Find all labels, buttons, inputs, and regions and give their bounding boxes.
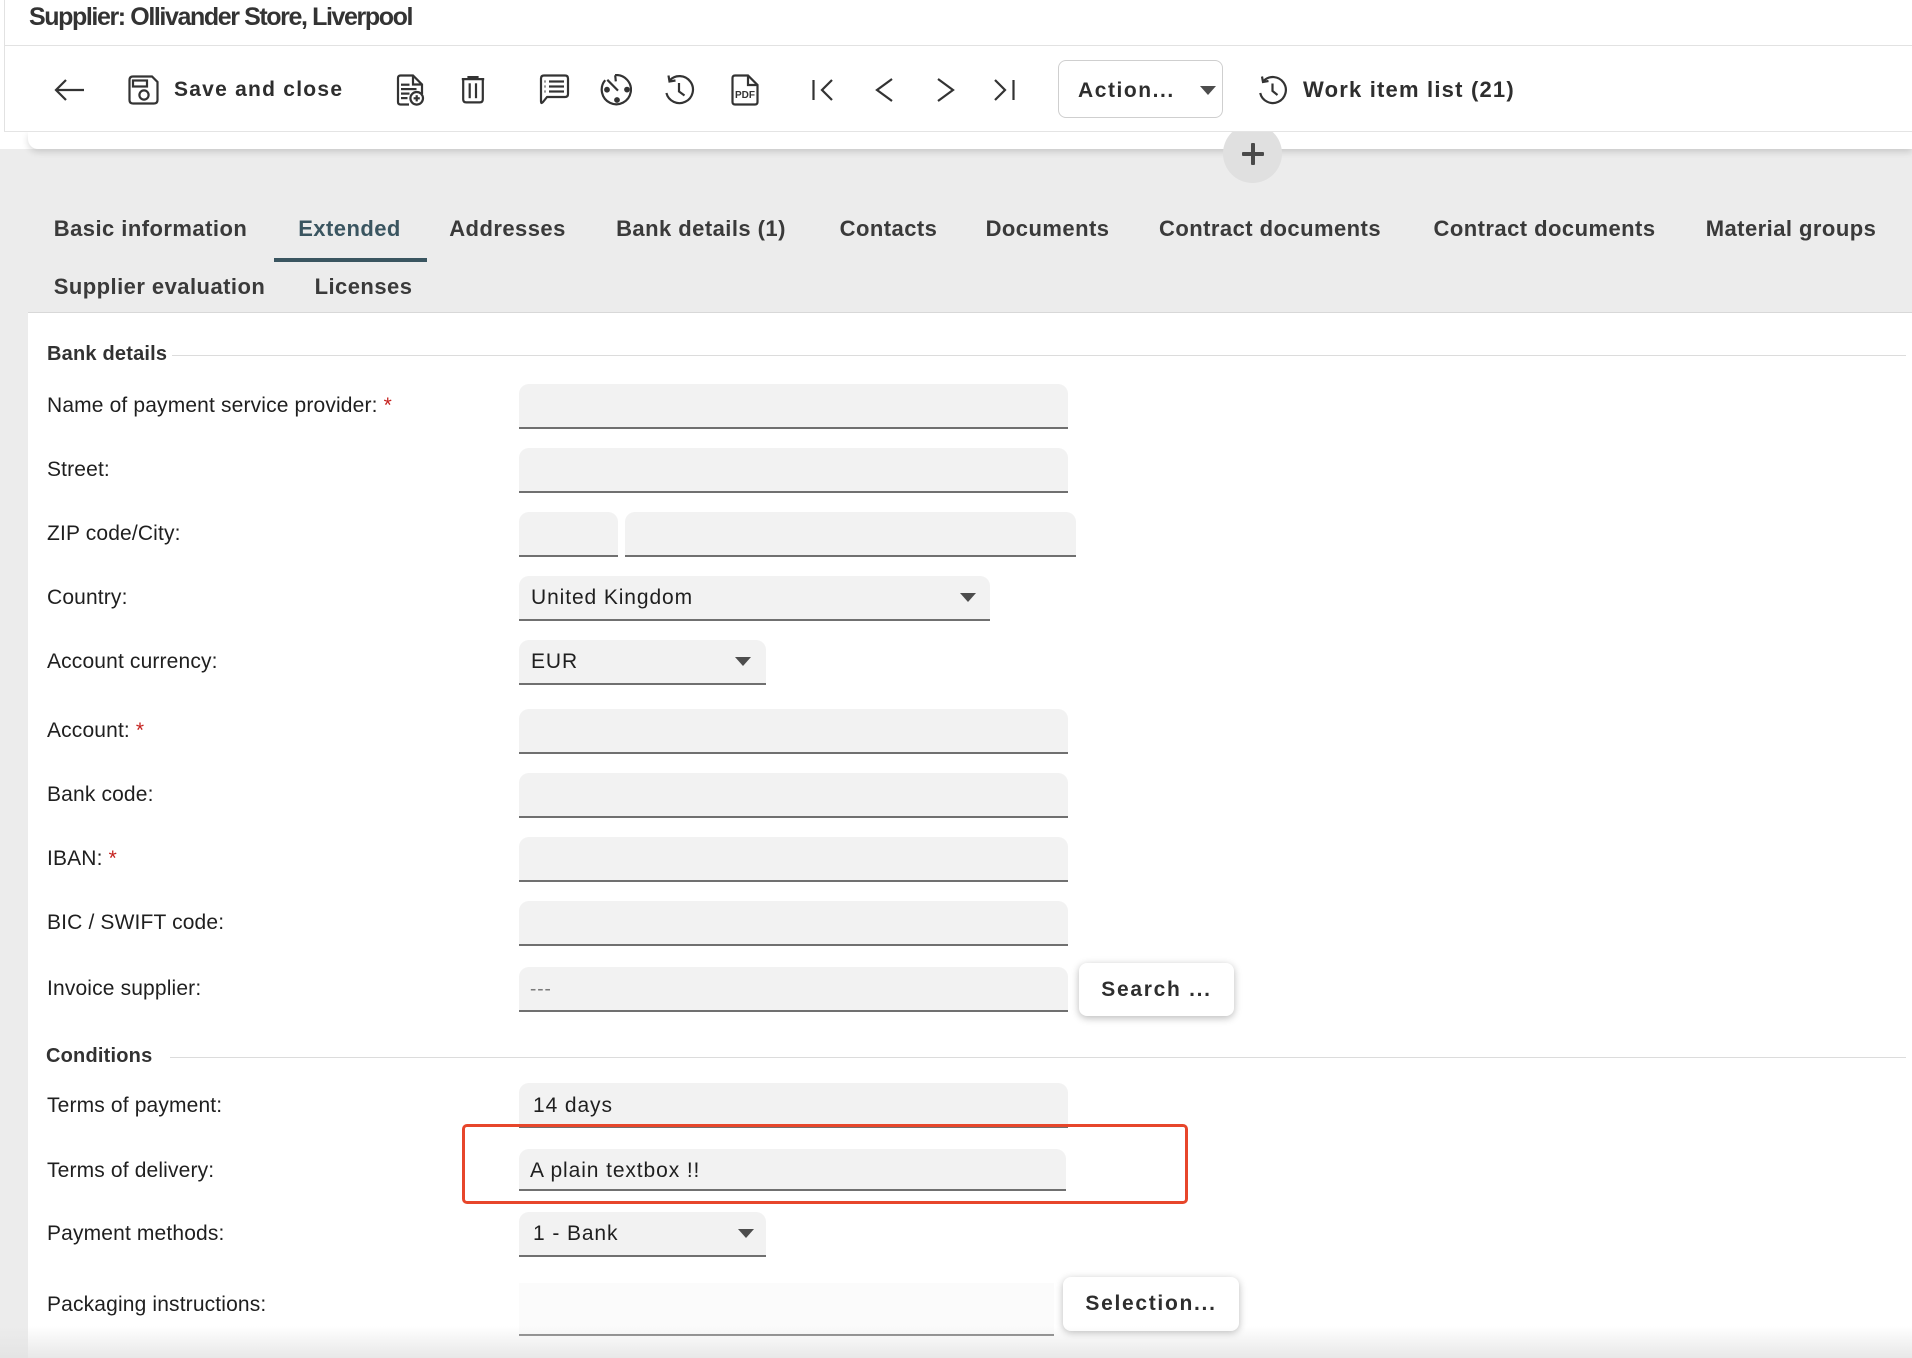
svg-text:PDF: PDF (735, 90, 755, 101)
